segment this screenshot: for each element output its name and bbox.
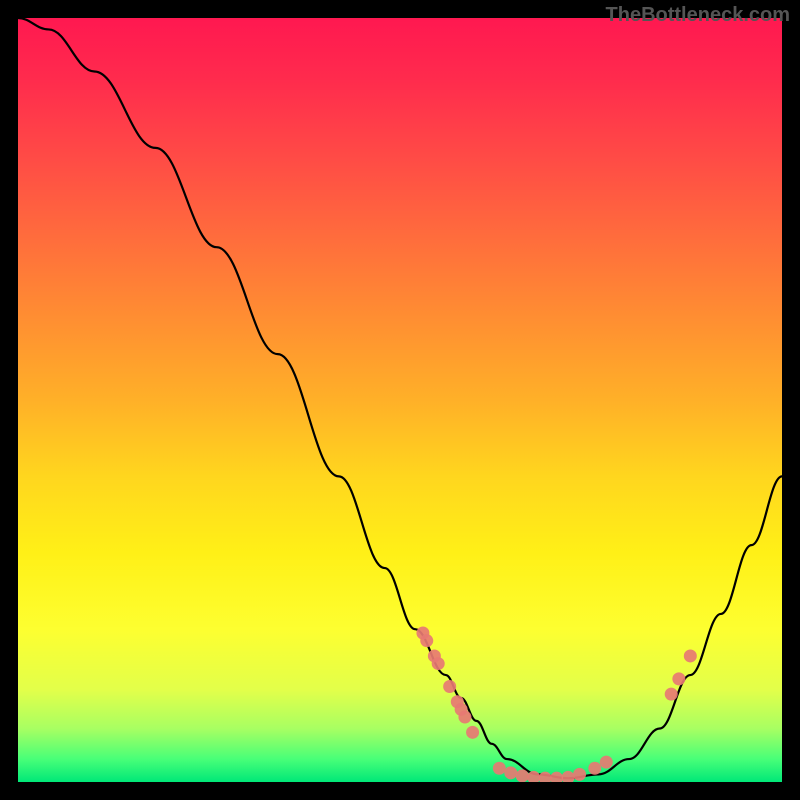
chart-curve — [18, 18, 782, 778]
marker-dot — [550, 772, 563, 782]
marker-dot — [466, 726, 479, 739]
marker-dot — [672, 672, 685, 685]
marker-dot — [562, 771, 575, 782]
chart-markers — [416, 627, 696, 782]
marker-dot — [684, 649, 697, 662]
chart-svg — [18, 18, 782, 782]
marker-dot — [458, 711, 471, 724]
marker-dot — [588, 762, 601, 775]
marker-dot — [516, 769, 529, 782]
marker-dot — [539, 772, 552, 782]
marker-dot — [665, 688, 678, 701]
watermark-text: TheBottleneck.com — [606, 4, 790, 27]
marker-dot — [493, 762, 506, 775]
marker-dot — [504, 766, 517, 779]
plot-area — [18, 18, 782, 782]
marker-dot — [600, 756, 613, 769]
marker-dot — [443, 680, 456, 693]
marker-dot — [573, 768, 586, 781]
marker-dot — [420, 634, 433, 647]
marker-dot — [432, 657, 445, 670]
